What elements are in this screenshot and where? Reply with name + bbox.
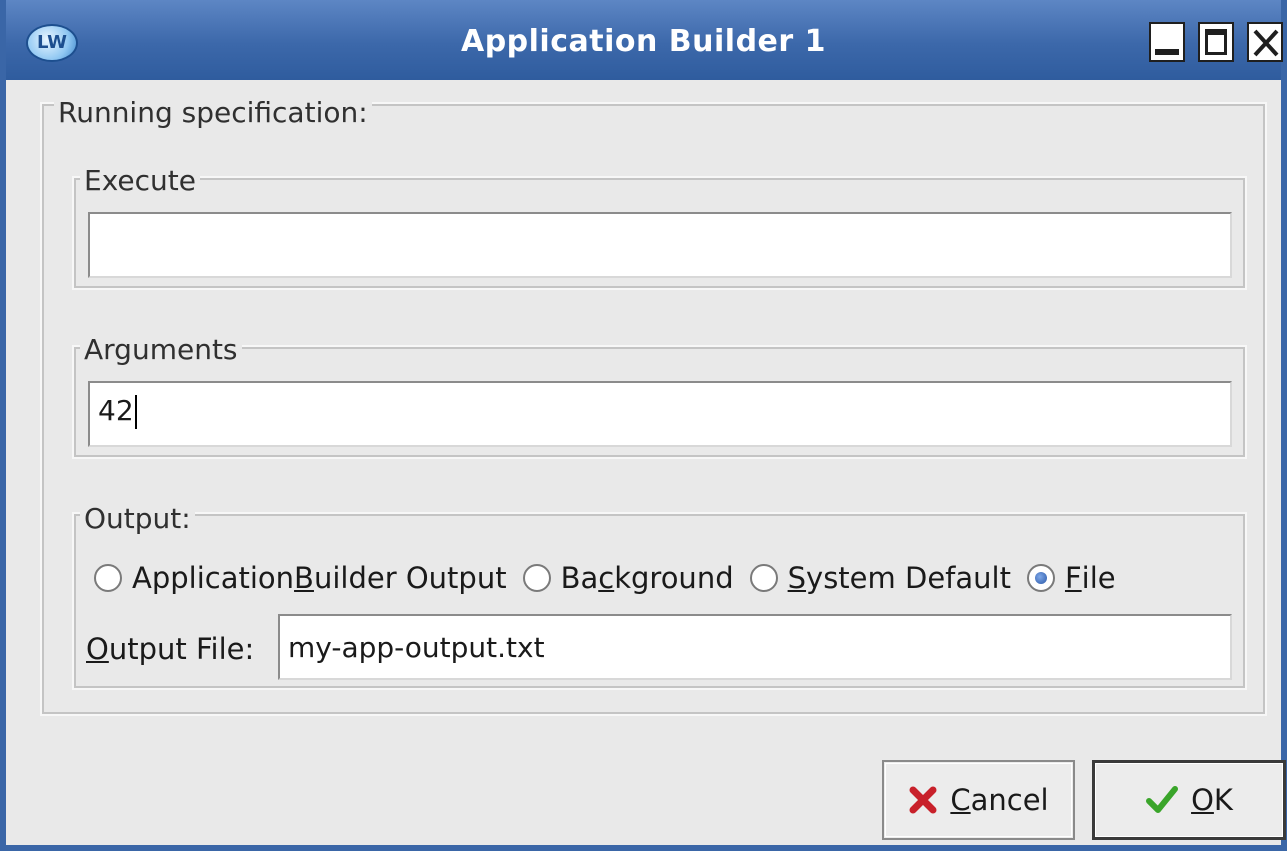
output-label: Output:	[80, 502, 195, 536]
execute-label: Execute	[80, 164, 200, 198]
output-file-input[interactable]	[278, 614, 1232, 680]
output-file-label: Output File:	[86, 632, 255, 666]
radio-button[interactable]	[749, 564, 778, 592]
dialog-window: LW Application Builder 1 Running specifi…	[0, 0, 1287, 851]
maximize-icon[interactable]	[1198, 22, 1234, 62]
radio-button[interactable]	[522, 564, 551, 592]
arguments-input[interactable]: 42	[88, 381, 1232, 447]
title-bar[interactable]: LW Application Builder 1	[6, 0, 1283, 80]
x-icon	[908, 785, 938, 815]
radio-button[interactable]	[94, 564, 122, 592]
minimize-icon[interactable]	[1149, 22, 1185, 62]
radio-system-default[interactable]: System Default	[749, 561, 1011, 595]
radio-background[interactable]: Ba c kground	[522, 561, 734, 595]
radio-file[interactable]: File	[1026, 561, 1116, 595]
close-icon[interactable]	[1247, 22, 1283, 62]
output-radio-group: Application Builder Output Ba c kground Sy…	[94, 556, 1132, 600]
execute-input[interactable]	[88, 212, 1232, 278]
radio-application-builder-output[interactable]: Application Builder Output	[94, 561, 507, 595]
checkmark-icon	[1145, 785, 1179, 815]
running-spec-label: Running specification:	[54, 96, 372, 130]
arguments-value: 42	[98, 394, 134, 427]
text-cursor	[134, 395, 137, 429]
arguments-label: Arguments	[80, 333, 242, 367]
cancel-button[interactable]: Cancel	[882, 760, 1075, 840]
ok-button[interactable]: OK	[1092, 760, 1286, 840]
window-title: Application Builder 1	[460, 24, 827, 59]
radio-button-selected[interactable]	[1026, 564, 1055, 592]
